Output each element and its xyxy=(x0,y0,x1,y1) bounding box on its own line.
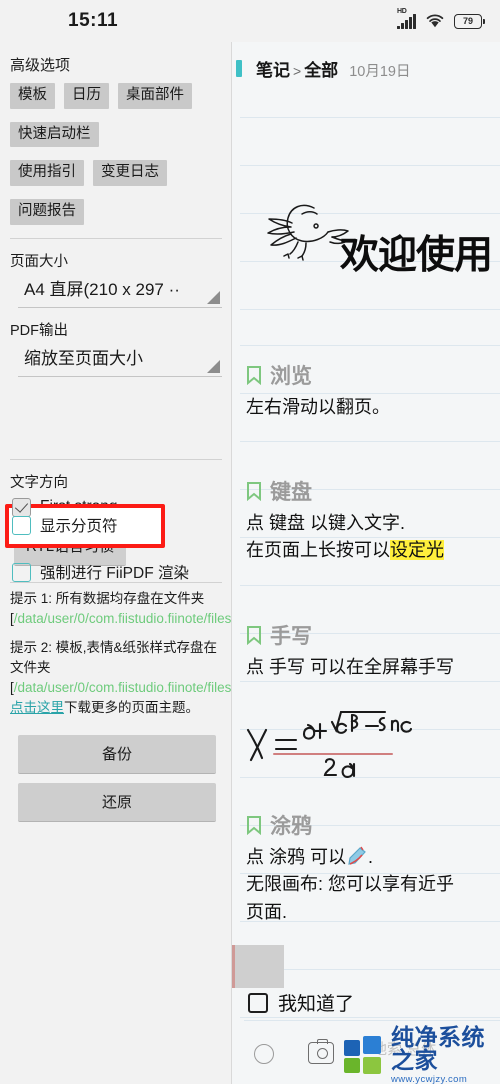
quick-links-group: 模板 日历 桌面部件 快速启动栏 使用指引 变更日志 问题报告 xyxy=(0,75,232,225)
note-preview-panel: 笔记 > 全部 10月19日 欢迎使用 浏览 左右滑动以翻页。 键盘 点 键盘 … xyxy=(232,42,500,1084)
section-line: 点 涂鸦 可以. xyxy=(246,844,500,871)
line-text: 点 涂鸦 可以 xyxy=(246,847,347,867)
download-themes-link[interactable]: 点击这里 xyxy=(10,700,64,715)
line-tail: . xyxy=(368,847,374,867)
breadcrumb[interactable]: 笔记 > 全部 10月19日 xyxy=(232,42,500,94)
chip-calendar[interactable]: 日历 xyxy=(64,83,109,109)
chevron-right-icon: > xyxy=(293,62,302,79)
section-heading: 键盘 xyxy=(270,481,312,504)
bookmark-icon xyxy=(247,366,261,385)
tip-2-path: /data/user/0/com.fiistudio.fiinote/files… xyxy=(13,679,232,695)
chip-template[interactable]: 模板 xyxy=(10,83,55,109)
section-line: 点 键盘 以键入文字. xyxy=(246,513,406,533)
backup-button[interactable]: 备份 xyxy=(18,734,216,774)
tip-1: 提示 1: 所有数据均存盘在文件夹[/data/user/0/com.fiist… xyxy=(10,589,232,629)
section-line: 页面. xyxy=(246,901,288,922)
spinner-triangle-icon xyxy=(207,359,220,373)
page-size-label: 页面大小 xyxy=(10,253,68,270)
chip-user-guide[interactable]: 使用指引 xyxy=(10,160,84,187)
section-line: 左右滑动以翻页。 xyxy=(246,397,390,417)
highlighted-text: 设定光 xyxy=(390,540,444,561)
advanced-settings-panel: 高级选项 模板 日历 桌面部件 快速启动栏 使用指引 变更日志 问题报告 页面大… xyxy=(0,42,232,1084)
status-bar: 15:11 HD 79 xyxy=(0,0,500,42)
checkbox-icon[interactable] xyxy=(12,515,31,535)
note-section-browse: 浏览 左右滑动以翻页。 xyxy=(246,360,500,421)
note-section-handwriting: 手写 点 手写 可以在全屏幕手写 xyxy=(246,620,500,681)
section-line: 点 手写 可以在全屏幕手写 xyxy=(246,657,455,677)
chip-widget[interactable]: 桌面部件 xyxy=(118,83,192,109)
watermark-title: 纯净系统之家 xyxy=(391,1024,485,1073)
tip-2-suffix: 下载更多的页面主题。 xyxy=(64,699,199,715)
wifi-icon xyxy=(426,14,444,28)
signal-bars-icon: HD xyxy=(397,8,416,29)
tip-1-path: /data/user/0/com.fiistudio.fiinote/files… xyxy=(13,610,232,626)
phone-screenshot: 15:11 HD 79 高级选项 模板 日历 桌面部件 快速启动栏 使用指引 变… xyxy=(0,0,500,1084)
checkbox-show-page-break[interactable]: 显示分页符 xyxy=(0,514,118,536)
circle-home-icon[interactable] xyxy=(254,1044,274,1064)
pdf-output-spinner[interactable]: 缩放至页面大小 xyxy=(18,342,222,377)
status-icons: HD 79 xyxy=(397,8,486,29)
checkbox-label: 强制进行 FiiPDF 渲染 xyxy=(40,565,189,582)
checkbox-label: 显示分页符 xyxy=(40,518,118,535)
breadcrumb-text: 笔记 > 全部 10月19日 xyxy=(256,56,410,81)
checkbox-force-fiipdf[interactable]: 强制进行 FiiPDF 渲染 xyxy=(0,561,189,583)
section-line: 无限画布: 您可以享有近乎 xyxy=(246,874,455,895)
camera-icon[interactable] xyxy=(308,1038,334,1064)
accent-marker-icon xyxy=(236,59,242,77)
chip-changelog[interactable]: 变更日志 xyxy=(93,160,167,187)
pen-doodle-icon xyxy=(348,846,366,865)
welcome-title: 欢迎使用 xyxy=(340,234,493,277)
backup-restore-group: 备份 还原 xyxy=(0,727,232,822)
scroll-thumb[interactable] xyxy=(232,945,284,988)
battery-icon: 79 xyxy=(454,13,486,29)
page-size-spinner[interactable]: A4 直屏(210 x 297 ·· xyxy=(18,273,222,308)
bookmark-icon xyxy=(247,482,261,501)
watermark-logo-icon xyxy=(344,1036,384,1075)
page-size-value: A4 直屏(210 x 297 ·· xyxy=(24,279,180,299)
section-heading: 手写 xyxy=(270,625,312,648)
status-time: 15:11 xyxy=(68,10,119,31)
line-text: 在页面上长按可以 xyxy=(246,540,390,561)
pdf-output-label: PDF输出 xyxy=(10,322,68,339)
breadcrumb-date: 10月19日 xyxy=(349,63,411,80)
tips-block: 提示 1: 所有数据均存盘在文件夹[/data/user/0/com.fiist… xyxy=(0,583,232,718)
nav-divider xyxy=(244,1020,500,1021)
pdf-output-value: 缩放至页面大小 xyxy=(24,348,143,368)
section-heading: 浏览 xyxy=(270,365,312,388)
spinner-triangle-icon xyxy=(207,290,220,304)
handwritten-quadratic-formula xyxy=(246,710,413,778)
watermark: 纯净系统之家 www.ycwjzy.com xyxy=(344,1026,500,1084)
text-direction-label: 文字方向 xyxy=(10,474,68,491)
chip-row: 使用指引 变更日志 xyxy=(10,160,232,187)
battery-level: 79 xyxy=(462,16,473,26)
section-line: 在页面上长按可以设定光 xyxy=(246,537,500,564)
section-heading: 涂鸦 xyxy=(270,815,312,838)
restore-button[interactable]: 还原 xyxy=(18,782,216,822)
panel-title: 高级选项 xyxy=(10,57,71,74)
checkbox-icon[interactable] xyxy=(12,562,31,582)
note-section-doodle: 涂鸦 点 涂鸦 可以. 无限画布: 您可以享有近乎 页面. xyxy=(246,810,500,926)
chip-row: 问题报告 xyxy=(10,199,232,225)
watermark-url: www.ycwjzy.com xyxy=(391,1074,468,1084)
tip-2: 提示 2: 模板,表情&纸张样式存盘在文件夹[/data/user/0/com.… xyxy=(10,638,232,718)
hd-label: HD xyxy=(397,8,407,15)
chip-bug-report[interactable]: 问题报告 xyxy=(10,199,84,225)
bookmark-icon xyxy=(247,626,261,645)
note-section-keyboard: 键盘 点 键盘 以键入文字. 在页面上长按可以设定光 xyxy=(246,476,500,565)
chip-quick-launch[interactable]: 快速启动栏 xyxy=(10,121,99,148)
bookmark-icon xyxy=(247,816,261,835)
breadcrumb-root[interactable]: 笔记 xyxy=(256,61,290,80)
chip-row: 快速启动栏 xyxy=(10,121,232,148)
chip-row: 模板 日历 桌面部件 xyxy=(10,83,232,109)
breadcrumb-current[interactable]: 全部 xyxy=(304,61,338,80)
